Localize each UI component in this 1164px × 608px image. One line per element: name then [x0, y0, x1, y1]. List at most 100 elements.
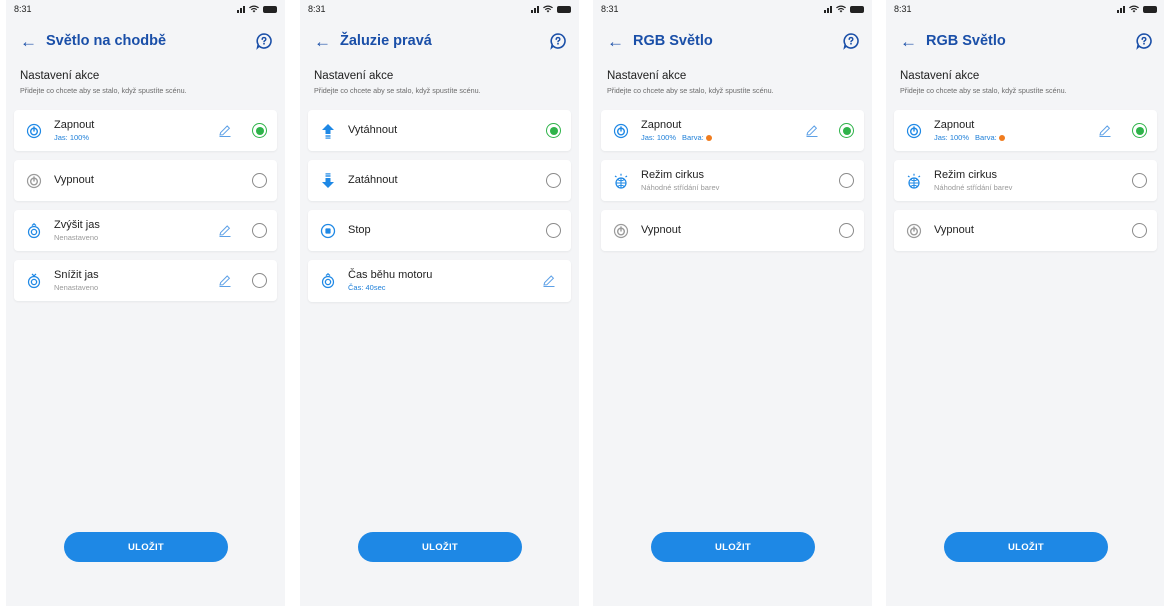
radio-unselected[interactable] — [839, 173, 854, 188]
item-label: Zvýšit jas — [54, 218, 100, 231]
save-button[interactable]: ULOŽIT — [64, 532, 228, 562]
action-item-stop[interactable]: Stop — [308, 210, 571, 251]
status-time: 8:31 — [14, 4, 32, 14]
action-item-snizit-jas[interactable]: Snížit jas Nenastaveno — [14, 260, 277, 301]
brightness-down-icon — [26, 273, 42, 289]
power-icon — [613, 123, 629, 139]
arrow-down-icon — [320, 172, 336, 189]
section-title: Nastavení akce — [900, 70, 980, 82]
item-detail: Náhodné střídání barev — [934, 182, 1013, 192]
action-item-vytahnout[interactable]: Vytáhnout — [308, 110, 571, 151]
radio-selected[interactable] — [1132, 123, 1147, 138]
item-label: Zapnout — [641, 118, 682, 131]
action-item-zatahnout[interactable]: Zatáhnout — [308, 160, 571, 201]
radio-unselected[interactable] — [252, 173, 267, 188]
help-chat-icon[interactable] — [549, 32, 567, 50]
save-button[interactable]: ULOŽIT — [944, 532, 1108, 562]
radio-selected[interactable] — [546, 123, 561, 138]
item-label: Stop — [348, 224, 371, 236]
color-dot — [998, 134, 1005, 141]
action-item-vypnout[interactable]: Vypnout — [14, 160, 277, 201]
phone-screen-2: 8:31 ← Žaluzie pravá Nastavení akce Přid… — [300, 0, 579, 606]
action-item-zapnout[interactable]: Zapnout Jas: 100% — [14, 110, 277, 151]
radio-selected[interactable] — [839, 123, 854, 138]
action-list: Zapnout Jas: 100% Barva: Režim cirkus Náh… — [894, 110, 1157, 260]
brightness-up-icon — [26, 222, 42, 239]
signal-icon — [824, 5, 832, 13]
section-title: Nastavení akce — [607, 70, 687, 82]
wifi-icon — [249, 5, 259, 13]
edit-pencil-icon[interactable] — [542, 274, 556, 288]
phone-screen-4: 8:31 ← RGB Světlo Nastavení akce Přidejt… — [886, 0, 1164, 606]
item-label: Režim cirkus — [641, 168, 704, 181]
edit-pencil-icon[interactable] — [805, 124, 819, 138]
back-arrow-icon[interactable]: ← — [314, 33, 332, 50]
circus-icon — [906, 173, 922, 189]
edit-pencil-icon[interactable] — [1098, 124, 1112, 138]
phone-screen-1: 8:31 ← Světlo na chodbě Nastavení akce P… — [6, 0, 285, 606]
save-button[interactable]: ULOŽIT — [358, 532, 522, 562]
radio-unselected[interactable] — [252, 223, 267, 238]
power-icon — [906, 123, 922, 139]
wifi-icon — [543, 5, 553, 13]
battery-icon — [557, 5, 571, 13]
help-chat-icon[interactable] — [1135, 32, 1153, 50]
radio-unselected[interactable] — [1132, 223, 1147, 238]
action-item-vypnout[interactable]: Vypnout — [601, 210, 864, 251]
item-label: Vypnout — [934, 224, 974, 236]
brightness-value: Jas: 100% — [641, 132, 677, 142]
section-subtitle: Přidejte co chcete aby se stalo, když sp… — [900, 86, 1067, 95]
item-label: Vypnout — [641, 224, 681, 236]
action-item-zapnout[interactable]: Zapnout Jas: 100% Barva: — [894, 110, 1157, 151]
page-title: Světlo na chodbě — [46, 33, 167, 49]
status-time: 8:31 — [308, 4, 326, 14]
status-bar: 8:31 — [300, 0, 579, 18]
section-subtitle: Přidejte co chcete aby se stalo, když sp… — [314, 86, 481, 95]
back-arrow-icon[interactable]: ← — [607, 33, 625, 50]
action-item-rezim-cirkus[interactable]: Režim cirkus Náhodné střídání barev — [601, 160, 864, 201]
save-button[interactable]: ULOŽIT — [651, 532, 815, 562]
app-header: ← RGB Světlo — [593, 28, 872, 54]
status-bar: 8:31 — [593, 0, 872, 18]
phone-screen-3: 8:31 ← RGB Světlo Nastavení akce Přidejt… — [593, 0, 872, 606]
action-item-cas-behu-motoru[interactable]: Čas běhu motoru Čas: 40sec — [308, 260, 571, 302]
page-title: Žaluzie pravá — [340, 33, 432, 49]
radio-unselected[interactable] — [1132, 173, 1147, 188]
battery-icon — [263, 5, 277, 13]
item-label: Vypnout — [54, 174, 94, 186]
radio-unselected[interactable] — [252, 273, 267, 288]
radio-unselected[interactable] — [839, 223, 854, 238]
battery-icon — [1143, 5, 1157, 13]
power-off-icon — [613, 223, 629, 239]
action-list: Vytáhnout Zatáhnout Stop Čas běhu motoru… — [308, 110, 571, 311]
color-label: Barva: — [975, 132, 997, 142]
edit-pencil-icon[interactable] — [218, 274, 232, 288]
back-arrow-icon[interactable]: ← — [20, 33, 38, 50]
action-item-zapnout[interactable]: Zapnout Jas: 100% Barva: — [601, 110, 864, 151]
power-off-icon — [906, 223, 922, 239]
edit-pencil-icon[interactable] — [218, 224, 232, 238]
stop-icon — [320, 223, 336, 239]
status-time: 8:31 — [601, 4, 619, 14]
app-header: ← RGB Světlo — [886, 28, 1164, 54]
radio-selected[interactable] — [252, 123, 267, 138]
action-item-zvysit-jas[interactable]: Zvýšit jas Nenastaveno — [14, 210, 277, 251]
color-label: Barva: — [682, 132, 704, 142]
action-item-rezim-cirkus[interactable]: Režim cirkus Náhodné střídání barev — [894, 160, 1157, 201]
radio-unselected[interactable] — [546, 223, 561, 238]
edit-pencil-icon[interactable] — [218, 124, 232, 138]
item-label: Zapnout — [54, 118, 95, 131]
back-arrow-icon[interactable]: ← — [900, 33, 918, 50]
item-detail: Jas: 100% Barva: — [934, 133, 1098, 143]
app-header: ← Světlo na chodbě — [6, 28, 285, 54]
action-item-vypnout[interactable]: Vypnout — [894, 210, 1157, 251]
signal-icon — [1117, 5, 1125, 13]
radio-unselected[interactable] — [546, 173, 561, 188]
item-detail: Nenastaveno — [54, 232, 99, 242]
help-chat-icon[interactable] — [842, 32, 860, 50]
page-title: RGB Světlo — [926, 33, 1006, 49]
action-list: Zapnout Jas: 100% Vypnout Zvýšit jas Nen… — [14, 110, 277, 310]
wifi-icon — [836, 5, 846, 13]
wifi-icon — [1129, 5, 1139, 13]
help-chat-icon[interactable] — [255, 32, 273, 50]
